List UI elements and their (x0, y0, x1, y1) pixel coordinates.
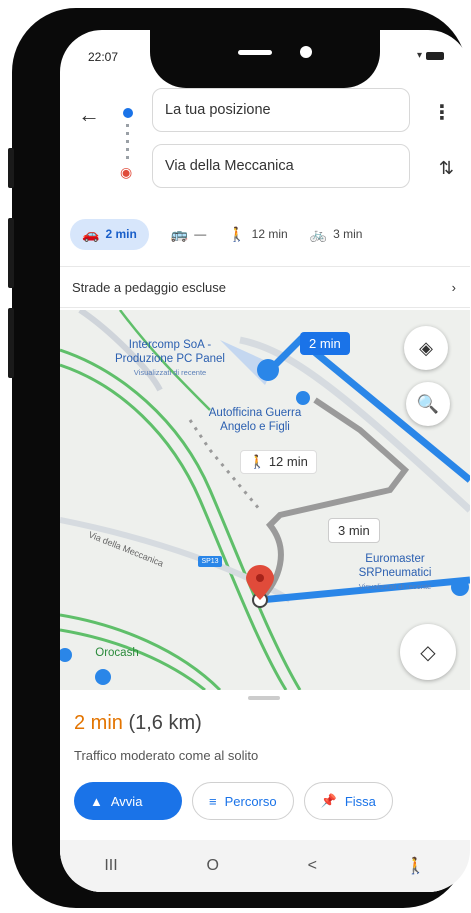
start-button[interactable]: ▲ Avvia (74, 782, 182, 820)
steps-button-label: Percorso (224, 793, 277, 809)
layers-button[interactable]: ◈ (404, 326, 448, 370)
place-subtitle: Visualizzati di recente (133, 368, 207, 377)
tab-walking[interactable]: 🚶 12 min (228, 226, 287, 243)
route-connector (126, 124, 129, 160)
pin-button[interactable]: 📌 Fissa (303, 782, 393, 820)
car-icon: 🚗 (82, 225, 100, 242)
place-label-orocash[interactable]: Orocash (82, 646, 152, 660)
home-button[interactable]: O (206, 857, 218, 875)
route-duration: 2 min (74, 712, 123, 734)
camera-notch (150, 30, 380, 88)
recenter-button[interactable]: ◇ (400, 624, 456, 680)
route-options-row[interactable]: Strade a pedaggio escluse › (60, 266, 470, 308)
phone-frame: 22:07 ▾ ← ◉ La tua posizione Via della M… (8, 8, 470, 908)
bike-icon: 🚲 (309, 225, 328, 242)
transit-icon: 🚌 (170, 225, 189, 242)
route-distance: (1,6 km) (128, 712, 202, 734)
speaker-grille (238, 50, 272, 55)
steps-button[interactable]: ≡ Percorso (192, 782, 294, 820)
volume-up-button (8, 218, 14, 288)
tab-cycling[interactable]: 🚲 3 min (310, 226, 363, 243)
route-actions: ▲ Avvia ≡ Percorso 📌 Fissa (74, 782, 393, 820)
eta-chip-alternative[interactable]: 3 min (328, 518, 380, 543)
pin-icon: 📌 (320, 793, 337, 808)
walk-icon: 🚶 (228, 225, 246, 242)
recents-button[interactable]: III (104, 857, 117, 875)
layers-icon: ◈ (419, 337, 433, 358)
place-label-intercomp[interactable]: Intercomp SoA - Produzione PC Panel Visu… (80, 338, 260, 380)
place-subtitle: Visualizzati di recente (358, 582, 432, 591)
search-icon: 🔍 (416, 393, 440, 414)
tab-transit-label: — (194, 227, 207, 241)
chevron-right-icon: › (451, 279, 456, 295)
back-arrow-icon[interactable]: ← (78, 102, 100, 128)
back-button[interactable]: < (308, 857, 317, 875)
status-time: 22:07 (88, 50, 119, 64)
route-bottom-sheet: 2 min (1,6 km) Traffico moderato come al… (60, 690, 470, 892)
place-name-line2: Produzione PC Panel (115, 353, 225, 365)
tab-driving[interactable]: 🚗 2 min (70, 218, 149, 250)
more-options-icon[interactable]: ⋮ (432, 100, 452, 125)
origin-dot-icon (123, 108, 133, 118)
volume-down-button (8, 308, 14, 378)
recenter-icon: ◇ (420, 641, 436, 664)
road-number-badge: SP13 (201, 558, 219, 565)
walk-eta-chip: 🚶 12 min (240, 450, 317, 474)
travel-mode-tabs: 🚗 2 min 🚌 — 🚶 12 min 🚲 3 min (70, 214, 470, 254)
status-icons: ▾ (417, 50, 444, 61)
traffic-status: Traffico moderato come al solito (74, 748, 259, 763)
place-label-autofficina[interactable]: Autofficina Guerra Angelo e Figli (190, 406, 320, 434)
eta-chip-main[interactable]: 2 min (300, 332, 350, 355)
place-name-line2: SRPneumatici (358, 567, 432, 579)
place-name: Euromaster (365, 553, 425, 565)
map-view[interactable]: Intercomp SoA - Produzione PC Panel Visu… (60, 310, 470, 690)
mute-button (8, 148, 14, 188)
tab-cycling-label: 3 min (333, 227, 363, 241)
start-button-label: Avvia (110, 793, 143, 809)
pin-button-label: Fissa (344, 793, 376, 809)
route-options-label: Strade a pedaggio escluse (72, 279, 226, 295)
accessibility-icon[interactable]: 🚶 (406, 856, 426, 876)
navigation-arrow-icon: ▲ (90, 793, 103, 809)
battery-icon (426, 51, 444, 60)
front-camera (300, 46, 312, 58)
tab-walking-label: 12 min (251, 227, 288, 241)
place-name-line2: Angelo e Figli (220, 421, 290, 433)
walk-eta-label: 12 min (268, 454, 308, 469)
destination-pin-icon: ◉ (120, 164, 133, 180)
phone-screen: 22:07 ▾ ← ◉ La tua posizione Via della M… (60, 30, 470, 892)
place-name: Intercomp SoA - (128, 339, 212, 351)
tab-driving-label: 2 min (105, 227, 137, 241)
origin-input[interactable]: La tua posizione (152, 88, 410, 132)
wifi-icon: ▾ (416, 50, 422, 61)
tab-transit[interactable]: 🚌 — (171, 226, 206, 243)
system-navigation-bar: III O < 🚶 (60, 840, 470, 892)
walk-icon: 🚶 (249, 454, 266, 469)
list-icon: ≡ (209, 793, 217, 809)
place-name: Autofficina Guerra (208, 407, 302, 419)
search-along-route-button[interactable]: 🔍 (406, 382, 450, 426)
route-summary: 2 min (1,6 km) (74, 712, 202, 735)
sheet-drag-handle[interactable] (248, 696, 280, 700)
destination-input[interactable]: Via della Meccanica (152, 144, 410, 188)
place-label-euromaster[interactable]: Euromaster SRPneumatici Visualizzati di … (330, 552, 460, 594)
swap-directions-icon[interactable]: ⇅ (439, 158, 454, 179)
